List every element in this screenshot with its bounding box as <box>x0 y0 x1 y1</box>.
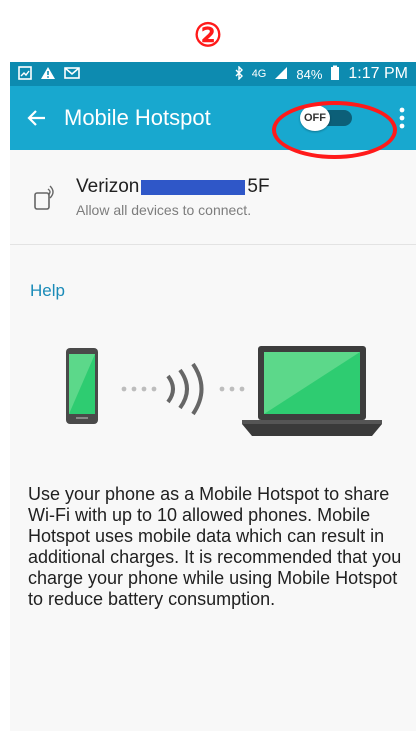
bluetooth-icon <box>234 64 244 83</box>
network-subtitle: Allow all devices to connect. <box>76 202 252 218</box>
gallery-icon <box>18 65 32 83</box>
hotspot-illustration <box>10 344 416 444</box>
laptop-illustration-icon <box>242 346 382 436</box>
app-bar: Mobile Hotspot OFF <box>10 86 416 159</box>
lte-icon: 4G <box>251 68 267 80</box>
network-name-suffix: 5F <box>247 176 270 197</box>
clock: 1:17 PM <box>348 65 408 82</box>
gmail-icon <box>64 66 80 82</box>
signal-icon <box>274 66 288 83</box>
status-bar: 4G 84% 1:17 PM <box>10 62 416 86</box>
step-number-label: ② <box>193 17 223 53</box>
battery-percent: 84% <box>296 66 323 82</box>
hotspot-icon <box>24 177 64 217</box>
toggle-label: OFF <box>300 105 330 131</box>
help-link[interactable]: Help <box>30 281 90 301</box>
redacted-block <box>141 179 246 195</box>
wifi-signal-icon <box>121 386 245 392</box>
back-arrow-icon[interactable] <box>10 86 64 150</box>
page-title: Mobile Hotspot <box>64 105 211 130</box>
network-name: Verizon 5F <box>76 176 270 198</box>
hotspot-toggle[interactable]: OFF <box>300 105 378 131</box>
more-options-icon[interactable] <box>388 86 416 150</box>
phone-screen: 4G 84% 1:17 PM Mobile Hotspot OFF Verizo… <box>10 62 416 731</box>
battery-icon <box>330 65 340 84</box>
network-name-prefix: Verizon <box>76 176 140 197</box>
phone-illustration-icon <box>66 348 98 424</box>
warning-icon <box>40 66 56 83</box>
description-text: Use your phone as a Mobile Hotspot to sh… <box>28 484 402 609</box>
network-setting-row[interactable]: Verizon 5F Allow all devices to connect. <box>10 150 416 245</box>
